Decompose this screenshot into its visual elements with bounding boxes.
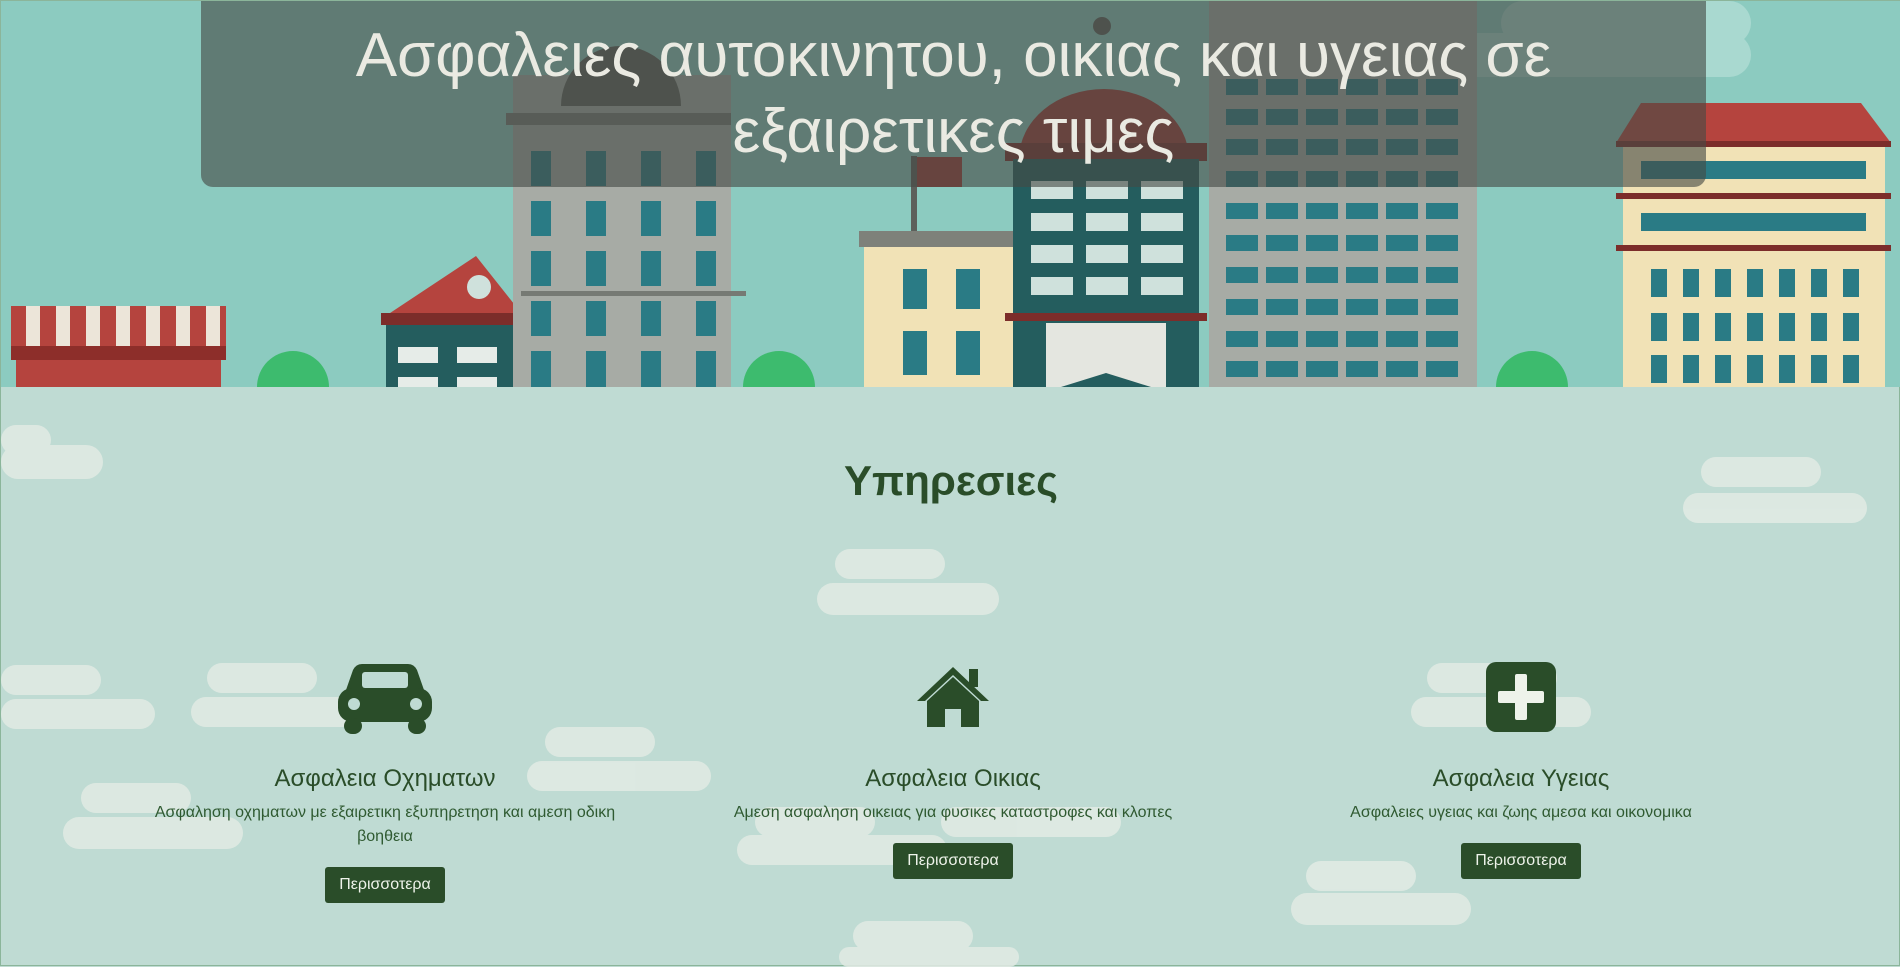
more-button-vehicle[interactable]: Περισσοτερα [325, 867, 445, 903]
service-card-health: Ασφαλεια Υγειας Ασφαλειες υγειας και ζωη… [1261, 657, 1781, 879]
home-icon [693, 657, 1213, 737]
health-plus-icon [1261, 657, 1781, 737]
services-section: Υπηρεσιες Ασφαλεια Οχηματων Ασφαληση οχη… [1, 387, 1900, 967]
service-description: Ασφαλειες υγειας και ζωης αμεσα και οικο… [1350, 804, 1692, 821]
hero-title: Ασφαλειες αυτοκινητου, οικιας και υγειας… [355, 21, 1552, 166]
service-description: Αμεση ασφαληση οικειας για φυσικες κατασ… [733, 804, 1173, 821]
more-button-health[interactable]: Περισσοτερα [1461, 843, 1581, 879]
hero-banner: Ασφαλειες αυτοκινητου, οικιας και υγειας… [201, 1, 1706, 187]
service-title: Ασφαλεια Οικιας [865, 765, 1041, 792]
car-icon [125, 657, 645, 737]
service-title: Ασφαλεια Οχηματων [274, 765, 496, 792]
service-card-home: Ασφαλεια Οικιας Αμεση ασφαληση οικειας γ… [693, 657, 1213, 879]
service-title: Ασφαλεια Υγειας [1432, 765, 1610, 792]
services-title: Υπηρεσιες [844, 457, 1058, 504]
hero-section: Ασφαλειες αυτοκινητου, οικιας και υγειας… [1, 1, 1900, 387]
shop-building [11, 306, 226, 387]
service-card-vehicle: Ασφαλεια Οχηματων Ασφαληση οχηματων με ε… [125, 657, 645, 903]
service-description: Ασφαληση οχηματων με εξαιρετικη εξυπηρετ… [154, 804, 616, 845]
more-button-home[interactable]: Περισσοτερα [893, 843, 1013, 879]
